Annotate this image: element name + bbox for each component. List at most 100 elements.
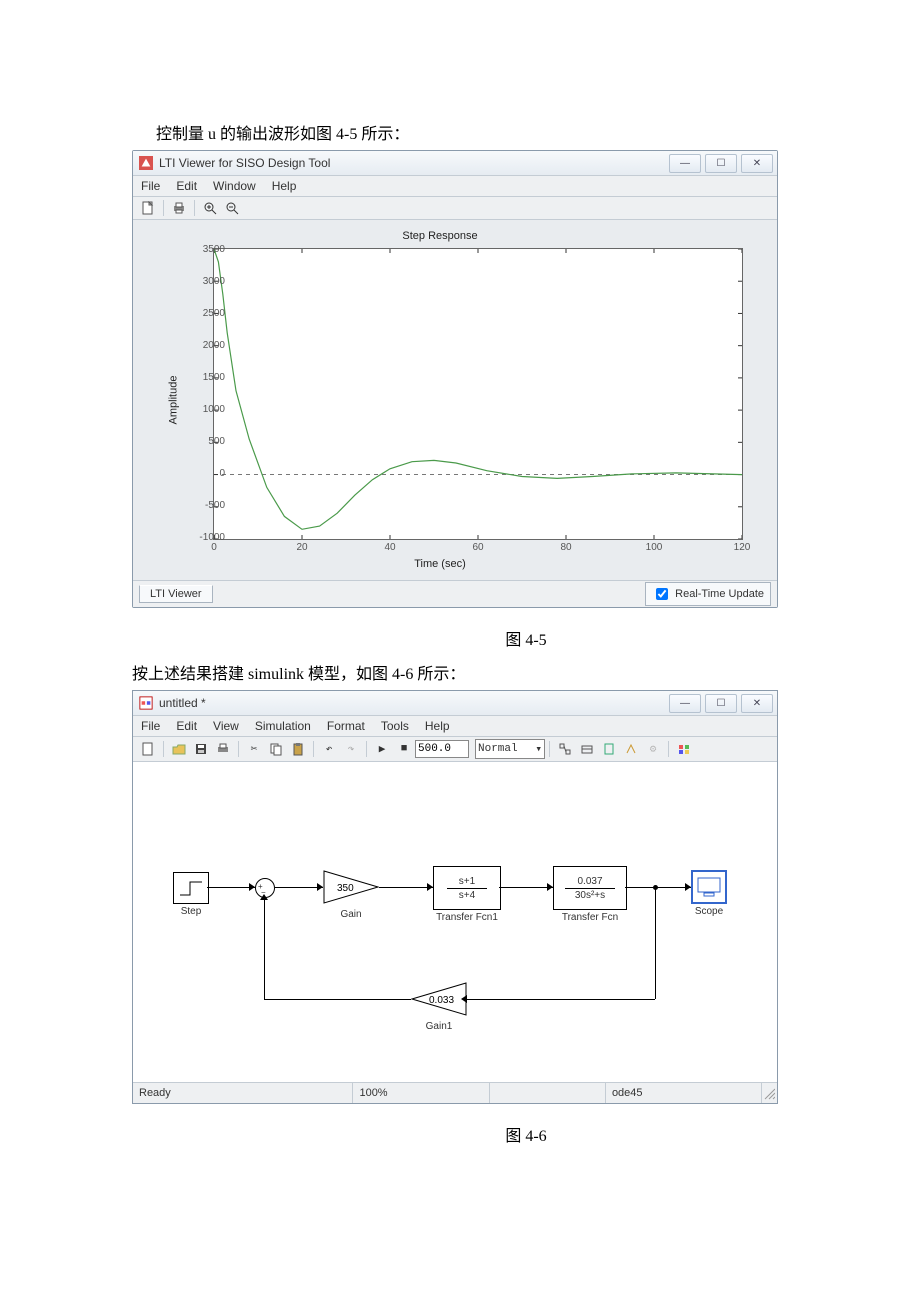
status-blank <box>490 1083 606 1103</box>
block-gain[interactable]: 350 Gain <box>323 870 379 920</box>
tool-icon[interactable] <box>576 739 598 759</box>
sl-titlebar: untitled * — ☐ ✕ <box>133 691 777 716</box>
ytick: 1000 <box>181 404 225 415</box>
close-button[interactable]: ✕ <box>741 694 773 713</box>
undo-icon[interactable]: ↶ <box>318 739 340 759</box>
block-gain1-label: Gain1 <box>411 1021 467 1032</box>
simtime-input[interactable] <box>415 740 469 758</box>
block-gain-label: Gain <box>323 909 379 920</box>
play-icon[interactable]: ▶ <box>371 739 393 759</box>
status-ready: Ready <box>133 1083 353 1103</box>
lti-footer-tab[interactable]: LTI Viewer <box>139 585 213 603</box>
block-scope-label: Scope <box>691 906 727 917</box>
simulink-icon <box>139 696 153 710</box>
realtime-update-input[interactable] <box>656 588 668 600</box>
caption-4-5: 图 4-5 <box>132 626 920 650</box>
menu-edit[interactable]: Edit <box>176 179 197 193</box>
new-icon[interactable] <box>137 739 159 759</box>
tool-icon[interactable] <box>554 739 576 759</box>
block-tf2-label: Transfer Fcn <box>553 912 627 923</box>
lti-toolbar <box>133 197 777 220</box>
xtick: 80 <box>560 542 571 553</box>
realtime-update-checkbox[interactable]: Real-Time Update <box>645 582 771 606</box>
lti-plot-area: Step Response Amplitude Time (sec) 0 20 … <box>133 220 777 580</box>
close-button[interactable]: ✕ <box>741 154 773 173</box>
status-zoom: 100% <box>353 1083 490 1103</box>
menu-file[interactable]: File <box>141 719 160 733</box>
plot-axes: 0 20 40 60 80 100 120 <box>213 248 743 540</box>
zoom-out-icon[interactable] <box>221 198 243 218</box>
svg-text:350: 350 <box>337 883 354 894</box>
document-page: 控制量 u 的输出波形如图 4-5 所示： LTI Viewer for SIS… <box>0 0 920 1236</box>
xtick: 100 <box>646 542 663 553</box>
menu-window[interactable]: Window <box>213 179 256 193</box>
minimize-button[interactable]: — <box>669 154 701 173</box>
library-browser-icon[interactable] <box>673 739 695 759</box>
resize-grip-icon[interactable] <box>762 1086 775 1100</box>
svg-text:0.033: 0.033 <box>429 995 454 1006</box>
save-icon[interactable] <box>190 739 212 759</box>
new-icon[interactable] <box>137 198 159 218</box>
menu-file[interactable]: File <box>141 179 160 193</box>
xtick: 40 <box>384 542 395 553</box>
block-scope[interactable]: Scope <box>691 870 727 917</box>
block-step-label: Step <box>173 906 209 917</box>
redo-icon[interactable]: ↷ <box>340 739 362 759</box>
caption-4-6: 图 4-6 <box>132 1122 920 1146</box>
block-tf1-label: Transfer Fcn1 <box>433 912 501 923</box>
sim-mode-value: Normal <box>478 743 518 755</box>
plot-xlabel: Time (sec) <box>143 558 737 570</box>
tool-icon[interactable] <box>620 739 642 759</box>
maximize-button[interactable]: ☐ <box>705 694 737 713</box>
status-solver: ode45 <box>606 1083 762 1103</box>
realtime-update-label: Real-Time Update <box>675 588 764 600</box>
sl-title-text: untitled * <box>159 696 206 710</box>
print-icon[interactable] <box>212 739 234 759</box>
block-gain1[interactable]: 0.033 Gain1 <box>411 982 467 1032</box>
block-transfer-fcn1[interactable]: s+1 s+4 Transfer Fcn1 <box>433 866 501 923</box>
plot-ylabel: Amplitude <box>167 376 179 425</box>
xtick: 0 <box>211 542 217 553</box>
open-icon[interactable] <box>168 739 190 759</box>
simulink-window: untitled * — ☐ ✕ File Edit View Simulati… <box>132 690 778 1104</box>
lti-title-text: LTI Viewer for SISO Design Tool <box>159 156 330 170</box>
window-controls: — ☐ ✕ <box>665 154 773 173</box>
paste-icon[interactable] <box>287 739 309 759</box>
sl-menubar: File Edit View Simulation Format Tools H… <box>133 716 777 737</box>
block-transfer-fcn[interactable]: 0.037 30s²+s Transfer Fcn <box>553 866 627 923</box>
menu-help[interactable]: Help <box>272 179 297 193</box>
xtick: 60 <box>472 542 483 553</box>
paragraph-4-5: 控制量 u 的输出波形如图 4-5 所示： <box>156 120 920 144</box>
menu-view[interactable]: View <box>213 719 239 733</box>
stop-icon[interactable]: ■ <box>393 739 415 759</box>
paragraph-4-6: 按上述结果搭建 simulink 模型，如图 4-6 所示： <box>132 660 920 684</box>
sl-canvas[interactable]: Step +− 350 Gain s+1 s+4 <box>133 762 777 1082</box>
sim-mode-select[interactable]: Normal▾ <box>475 739 545 759</box>
print-icon[interactable] <box>168 198 190 218</box>
ytick: 3500 <box>181 244 225 255</box>
maximize-button[interactable]: ☐ <box>705 154 737 173</box>
ytick: -500 <box>181 500 225 511</box>
sl-statusbar: Ready 100% ode45 <box>133 1082 777 1103</box>
menu-help[interactable]: Help <box>425 719 450 733</box>
menu-format[interactable]: Format <box>327 719 365 733</box>
menu-tools[interactable]: Tools <box>381 719 409 733</box>
tool-icon[interactable]: ⚙ <box>642 739 664 759</box>
figure-4-6: untitled * — ☐ ✕ File Edit View Simulati… <box>132 690 920 1146</box>
menu-edit[interactable]: Edit <box>176 719 197 733</box>
ytick: 2000 <box>181 340 225 351</box>
plot-title: Step Response <box>143 230 737 242</box>
minimize-button[interactable]: — <box>669 694 701 713</box>
cut-icon[interactable]: ✂ <box>243 739 265 759</box>
lti-titlebar: LTI Viewer for SISO Design Tool — ☐ ✕ <box>133 151 777 176</box>
block-step[interactable]: Step <box>173 872 209 917</box>
plot-line <box>214 249 742 539</box>
zoom-in-icon[interactable] <box>199 198 221 218</box>
copy-icon[interactable] <box>265 739 287 759</box>
menu-simulation[interactable]: Simulation <box>255 719 311 733</box>
xtick: 120 <box>734 542 751 553</box>
ytick: 0 <box>181 468 225 479</box>
ytick: 1500 <box>181 372 225 383</box>
lti-menubar: File Edit Window Help <box>133 176 777 197</box>
tool-icon[interactable] <box>598 739 620 759</box>
